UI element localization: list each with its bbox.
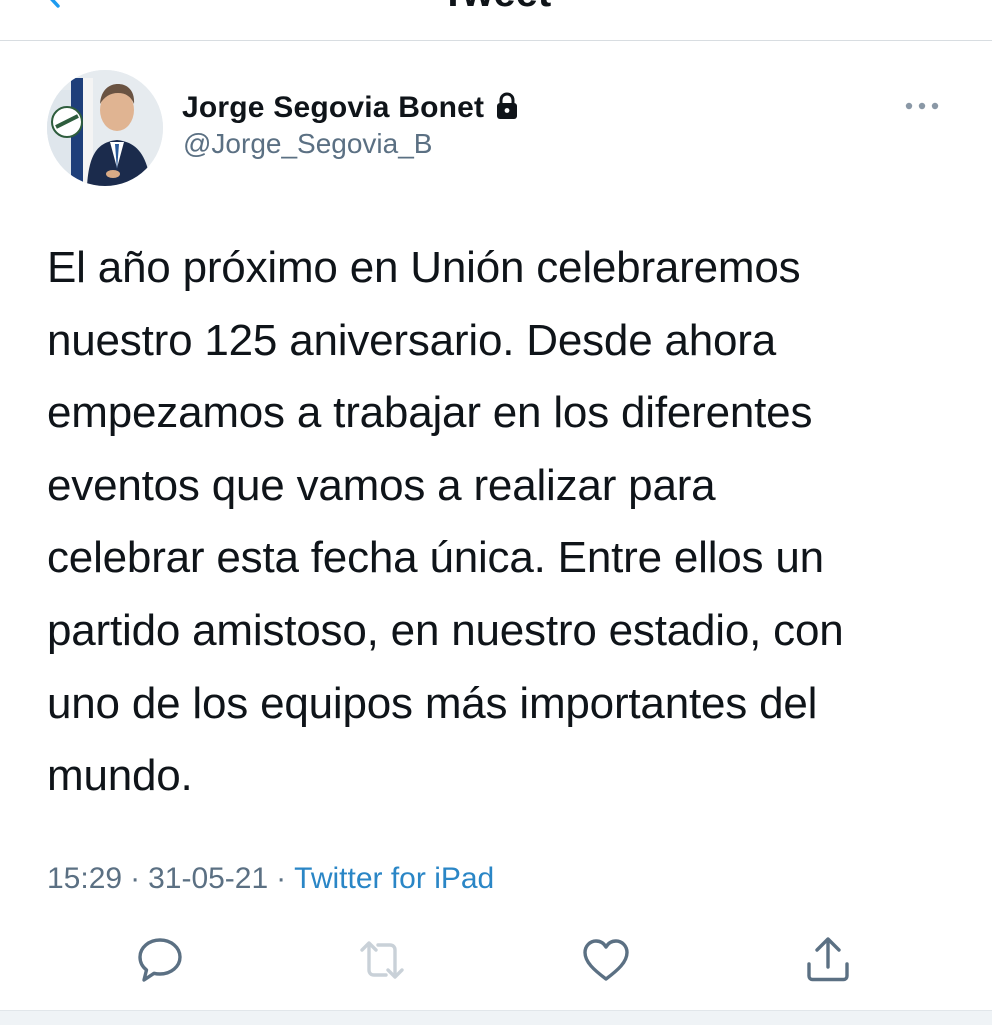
author-name-row: Jorge Segovia Bonet xyxy=(182,88,520,128)
author-display-name[interactable]: Jorge Segovia Bonet xyxy=(182,91,484,125)
tweet-date: 31-05-21 xyxy=(148,862,269,895)
heart-icon xyxy=(583,939,629,981)
retweet-button[interactable] xyxy=(356,934,408,986)
share-icon xyxy=(807,937,849,982)
tweet-meta: 15:29 · 31-05-21 · Twitter for iPad xyxy=(47,862,494,896)
reply-icon xyxy=(138,938,182,982)
bottom-divider xyxy=(0,1010,992,1025)
tweet-source-link[interactable]: Twitter for iPad xyxy=(294,862,494,896)
retweet-icon xyxy=(360,941,404,979)
lock-icon xyxy=(497,92,518,119)
like-button[interactable] xyxy=(580,934,632,986)
meta-separator: · xyxy=(130,862,141,895)
meta-separator: · xyxy=(276,862,287,895)
more-horizontal-icon[interactable] xyxy=(902,94,942,118)
tweet-time: 15:29 xyxy=(47,862,123,895)
reply-button[interactable] xyxy=(134,934,186,986)
top-nav-bar: Tweet xyxy=(0,0,992,41)
avatar[interactable] xyxy=(47,70,163,186)
tweet-text: El año próximo en Unión celebraremos nue… xyxy=(47,243,844,801)
author-handle[interactable]: @Jorge_Segovia_B xyxy=(183,128,432,160)
tweet-action-bar xyxy=(0,934,992,994)
page-title: Tweet xyxy=(0,0,992,13)
share-button[interactable] xyxy=(802,934,854,986)
